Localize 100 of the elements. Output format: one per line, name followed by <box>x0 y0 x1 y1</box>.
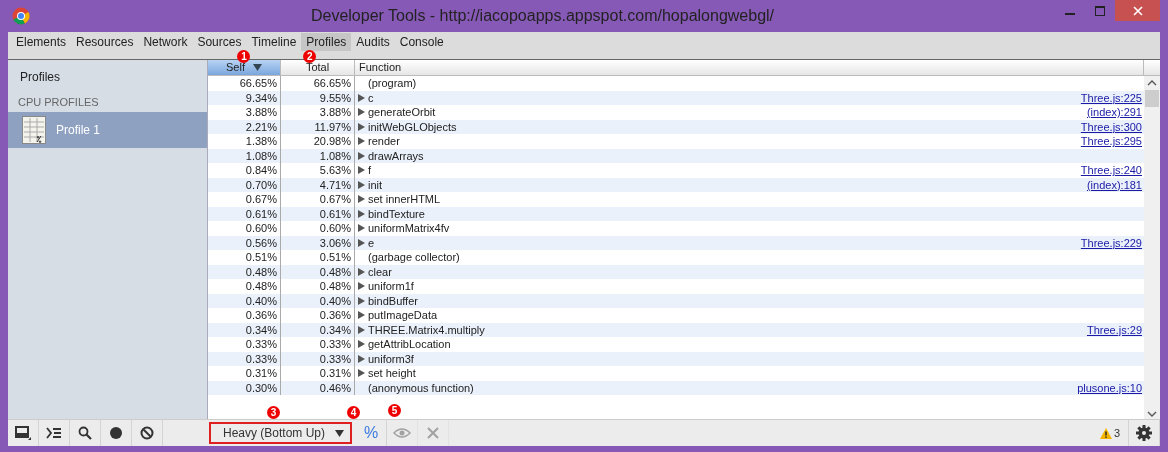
expand-arrow-icon[interactable] <box>358 325 365 334</box>
panel-tab[interactable]: Sources <box>192 33 247 51</box>
expand-arrow-icon[interactable] <box>358 267 365 276</box>
function-name: init <box>368 177 383 192</box>
expand-arrow-icon[interactable] <box>358 369 365 378</box>
total-cell: 0.67% <box>319 192 351 207</box>
total-cell: 5.63% <box>319 163 351 178</box>
source-link[interactable]: Three.js:240 <box>1080 163 1144 178</box>
column-header[interactable]: Total <box>281 60 355 75</box>
scroll-down-icon[interactable] <box>1147 411 1157 417</box>
total-cell: 0.33% <box>319 351 351 366</box>
self-cell: 0.61% <box>245 206 277 221</box>
window-icon <box>15 426 31 440</box>
source-link[interactable]: Three.js:29 <box>1086 322 1144 337</box>
expand-arrow-icon[interactable] <box>358 180 365 189</box>
total-cell: 9.55% <box>319 90 351 105</box>
self-cell: 0.33% <box>245 337 277 352</box>
expand-arrow-icon[interactable] <box>358 311 365 320</box>
sort-caret-icon <box>253 64 262 71</box>
total-cell: 0.60% <box>319 221 351 236</box>
record-icon <box>109 426 123 440</box>
self-cell: 0.30% <box>245 380 277 395</box>
total-cell: 0.33% <box>319 337 351 352</box>
caret-icon <box>335 429 345 437</box>
total-cell: 0.61% <box>319 206 351 221</box>
expand-arrow-icon[interactable] <box>358 296 365 305</box>
function-name: getAttribLocation <box>368 337 451 352</box>
panel-tab[interactable]: Resources <box>71 33 139 51</box>
total-cell: 0.36% <box>319 308 351 323</box>
total-cell: 11.97% <box>314 119 351 134</box>
minimize-icon <box>1065 12 1075 15</box>
scroll-up-icon[interactable] <box>1147 80 1157 86</box>
scroll-thumb[interactable] <box>1145 90 1159 107</box>
function-name: uniformMatrix4fv <box>368 221 450 236</box>
window-title: Developer Tools - http://iacopoapps.appspot.com/hopalongwebgl/ <box>309 7 776 25</box>
expand-arrow-icon[interactable] <box>358 195 365 204</box>
sidebar-title: Profiles <box>19 69 61 86</box>
panel-tab[interactable]: Profiles <box>301 33 352 51</box>
source-link[interactable]: Three.js:225 <box>1080 90 1144 105</box>
total-cell: 66.65% <box>313 76 351 91</box>
expand-arrow-icon[interactable] <box>358 137 365 146</box>
expand-arrow-icon[interactable] <box>358 340 365 349</box>
spreadsheet-icon <box>22 116 46 144</box>
self-cell: 0.48% <box>245 279 277 294</box>
panel-tab[interactable]: Network <box>138 33 193 51</box>
total-cell: 3.06% <box>319 235 351 250</box>
function-name: uniform3f <box>368 351 414 366</box>
self-cell: 0.31% <box>245 366 277 381</box>
self-cell: 0.33% <box>245 351 277 366</box>
column-header[interactable]: Self <box>208 60 281 75</box>
source-link[interactable]: Three.js:295 <box>1080 134 1144 149</box>
expand-arrow-icon[interactable] <box>358 93 365 102</box>
function-name: clear <box>368 264 392 279</box>
panel-tab[interactable]: Console <box>394 33 449 51</box>
profile-label: Profile 1 <box>56 123 101 137</box>
expand-arrow-icon[interactable] <box>358 238 365 247</box>
function-name: initWebGLObjects <box>368 119 457 134</box>
self-cell: 0.56% <box>245 235 277 250</box>
self-cell: 0.67% <box>245 192 277 207</box>
expand-arrow-icon[interactable] <box>358 282 365 291</box>
expand-arrow-icon[interactable] <box>358 151 365 160</box>
source-link[interactable]: Three.js:229 <box>1080 235 1144 250</box>
warning-counter[interactable]: 3 <box>1099 420 1129 446</box>
expand-arrow-icon[interactable] <box>358 166 365 175</box>
panel-tab[interactable]: Audits <box>351 33 395 51</box>
source-link[interactable]: (index):291 <box>1086 105 1144 120</box>
function-name: putImageData <box>368 308 438 323</box>
search-icon <box>78 426 92 440</box>
panel-tab[interactable]: Timeline <box>246 33 302 51</box>
percent-toggle[interactable]: % <box>356 420 388 446</box>
total-cell: 0.40% <box>319 293 351 308</box>
total-cell: 3.88% <box>319 105 351 120</box>
function-name: (program) <box>368 76 417 91</box>
source-link[interactable]: (index):181 <box>1086 177 1144 192</box>
source-link[interactable]: plusone.js:10 <box>1077 380 1144 395</box>
clear-icon <box>140 426 154 440</box>
self-cell: 0.40% <box>245 293 277 308</box>
self-cell: 0.60% <box>245 221 277 236</box>
function-name: c <box>368 90 374 105</box>
maximize-icon <box>1095 5 1105 16</box>
self-cell: 0.34% <box>245 322 277 337</box>
expand-arrow-icon[interactable] <box>358 209 365 218</box>
scrollbar[interactable] <box>1144 76 1160 419</box>
total-cell: 20.98% <box>313 134 351 149</box>
self-cell: 0.48% <box>245 264 277 279</box>
close-button[interactable] <box>1115 0 1160 21</box>
function-name: bindBuffer <box>368 293 418 308</box>
panel-tab[interactable]: Elements <box>11 33 72 51</box>
self-cell: 0.36% <box>245 308 277 323</box>
gear-icon <box>1136 425 1152 441</box>
column-header[interactable]: Function <box>355 60 1144 75</box>
expand-arrow-icon[interactable] <box>358 354 365 363</box>
function-name: (anonymous function) <box>368 380 474 395</box>
source-link[interactable]: Three.js:300 <box>1080 119 1144 134</box>
expand-arrow-icon[interactable] <box>358 108 365 117</box>
expand-arrow-icon[interactable] <box>358 122 365 131</box>
view-mode-dropdown[interactable]: Heavy (Bottom Up) <box>209 422 353 444</box>
total-cell: 0.51% <box>319 250 351 265</box>
function-name: drawArrays <box>368 148 424 163</box>
expand-arrow-icon[interactable] <box>358 224 365 233</box>
